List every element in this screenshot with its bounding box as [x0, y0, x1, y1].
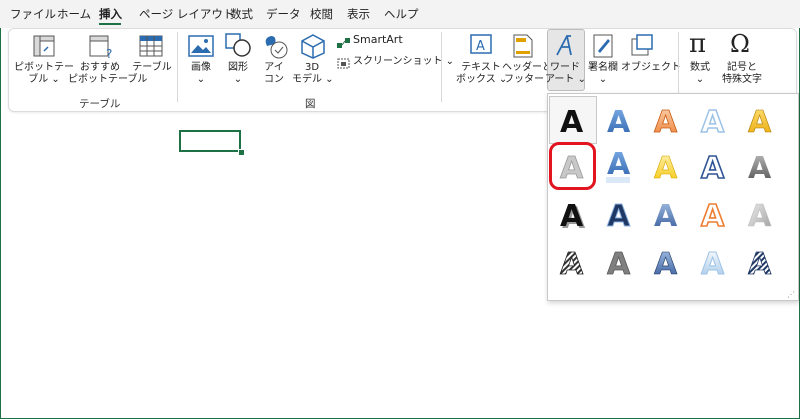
recommended-pivot-icon: ? — [88, 34, 114, 64]
svg-text:A: A — [748, 105, 772, 140]
svg-text:A: A — [701, 247, 725, 282]
screenshot-button[interactable]: スクリーンショット ⌄ — [353, 56, 454, 68]
ribbon-tab-bar: ファイル ホーム 挿入 ページ レイアウト 数式 データ 校閲 表示 ヘルプ — [0, 0, 800, 28]
textbox-button[interactable]: テキスト ボックス ⌄ — [456, 62, 507, 86]
smartart-icon — [337, 34, 351, 53]
tab-insert[interactable]: 挿入 — [99, 6, 122, 22]
wordart-style-12[interactable]: A — [600, 192, 640, 236]
svg-text:A: A — [654, 151, 678, 186]
wordart-style-8[interactable]: A — [647, 144, 687, 188]
wordart-style-14[interactable]: A — [694, 192, 734, 236]
recommended-pivot-button[interactable]: おすすめ ピボットテーブル — [68, 62, 147, 86]
icons-button[interactable]: アイ コン — [262, 62, 286, 86]
svg-text:A: A — [560, 105, 584, 140]
tab-data[interactable]: データ — [266, 6, 301, 22]
table-button[interactable]: テーブル — [132, 62, 172, 74]
pivot-table-button[interactable]: ピボットテー ブル ⌄ — [14, 62, 74, 86]
resize-grip-icon[interactable]: ⋰ — [787, 290, 795, 299]
svg-text:A: A — [701, 105, 725, 140]
group-separator — [177, 32, 178, 102]
icons-gallery-icon — [261, 32, 289, 64]
wordart-style-1[interactable]: A — [553, 98, 593, 142]
wordart-style-10[interactable]: A — [741, 144, 781, 188]
signature-line-icon — [592, 33, 616, 63]
wordart-style-17[interactable]: A — [600, 240, 640, 284]
screenshot-icon — [337, 55, 351, 74]
wordart-style-16[interactable]: A — [553, 240, 593, 284]
svg-text:A: A — [607, 105, 631, 140]
svg-text:A: A — [654, 199, 678, 234]
svg-text:A: A — [560, 199, 584, 234]
tab-review[interactable]: 校閲 — [310, 6, 333, 22]
svg-text:A: A — [654, 247, 678, 282]
tab-file[interactable]: ファイル — [10, 6, 56, 22]
image-icon — [188, 35, 214, 61]
wordart-style-15[interactable]: A — [741, 192, 781, 236]
smartart-button[interactable]: SmartArt — [353, 34, 403, 46]
shapes-icon — [224, 32, 252, 62]
svg-text:A: A — [607, 247, 631, 282]
wordart-style-9[interactable]: A — [694, 144, 734, 188]
tab-view[interactable]: 表示 — [347, 6, 370, 22]
pi-icon: π — [689, 29, 707, 59]
svg-text:A: A — [748, 199, 772, 234]
symbol-button[interactable]: 記号と 特殊文字 — [718, 62, 766, 86]
wordart-style-11[interactable]: AA — [553, 192, 593, 236]
wordart-button[interactable]: ワード アート ⌄ — [545, 62, 586, 86]
wordart-style-7[interactable]: A — [600, 144, 640, 188]
object-icon — [630, 33, 654, 61]
group-separator — [441, 32, 442, 102]
active-tab-indicator — [99, 23, 121, 25]
wordart-icon — [553, 33, 577, 61]
svg-text:A: A — [701, 199, 725, 234]
highlighted-wordart-style — [549, 142, 596, 190]
wordart-style-20[interactable]: A — [741, 240, 781, 284]
wordart-style-13[interactable]: A — [647, 192, 687, 236]
textbox-icon: A — [469, 33, 493, 61]
wordart-style-5[interactable]: A — [741, 98, 781, 142]
svg-text:?: ? — [106, 47, 112, 60]
group-label-tables: テーブル — [79, 98, 121, 110]
tab-formulas[interactable]: 数式 — [230, 6, 253, 22]
wordart-style-3[interactable]: A — [647, 98, 687, 142]
wordart-style-2[interactable]: A — [600, 98, 640, 142]
svg-text:A: A — [607, 147, 631, 182]
svg-text:A: A — [560, 247, 584, 282]
active-cell[interactable] — [179, 130, 241, 152]
wordart-style-18[interactable]: A — [647, 240, 687, 284]
3d-model-button[interactable]: 3D モデル ⌄ — [292, 62, 334, 86]
header-footer-button[interactable]: ヘッダーと フッター — [502, 62, 552, 86]
group-separator — [678, 32, 679, 102]
tab-page-layout[interactable]: ページ レイアウト — [139, 6, 234, 22]
wordart-style-19[interactable]: A — [694, 240, 734, 284]
3d-model-icon — [300, 33, 326, 63]
fill-handle[interactable] — [238, 149, 245, 156]
tab-help[interactable]: ヘルプ — [384, 6, 419, 22]
table-icon — [138, 34, 164, 62]
svg-text:A: A — [748, 247, 772, 282]
tab-home[interactable]: ホーム — [57, 6, 91, 22]
object-button[interactable]: オブジェクト — [621, 62, 681, 74]
svg-text:A: A — [654, 105, 678, 140]
wordart-style-4[interactable]: A — [694, 98, 734, 142]
images-button[interactable]: 画像 ⌄ — [185, 62, 217, 86]
shapes-button[interactable]: 図形 ⌄ — [222, 62, 254, 86]
svg-text:A: A — [476, 39, 485, 54]
pivot-table-icon — [32, 34, 56, 62]
group-label-illustrations: 図 — [305, 98, 316, 110]
signature-line-button[interactable]: 署名欄 ⌄ — [585, 62, 621, 86]
omega-icon: Ω — [730, 30, 750, 58]
svg-text:A: A — [701, 151, 725, 186]
svg-text:A: A — [748, 151, 772, 186]
equation-button[interactable]: 数式 ⌄ — [686, 62, 714, 86]
header-footer-icon — [512, 33, 534, 63]
svg-text:A: A — [607, 199, 631, 234]
